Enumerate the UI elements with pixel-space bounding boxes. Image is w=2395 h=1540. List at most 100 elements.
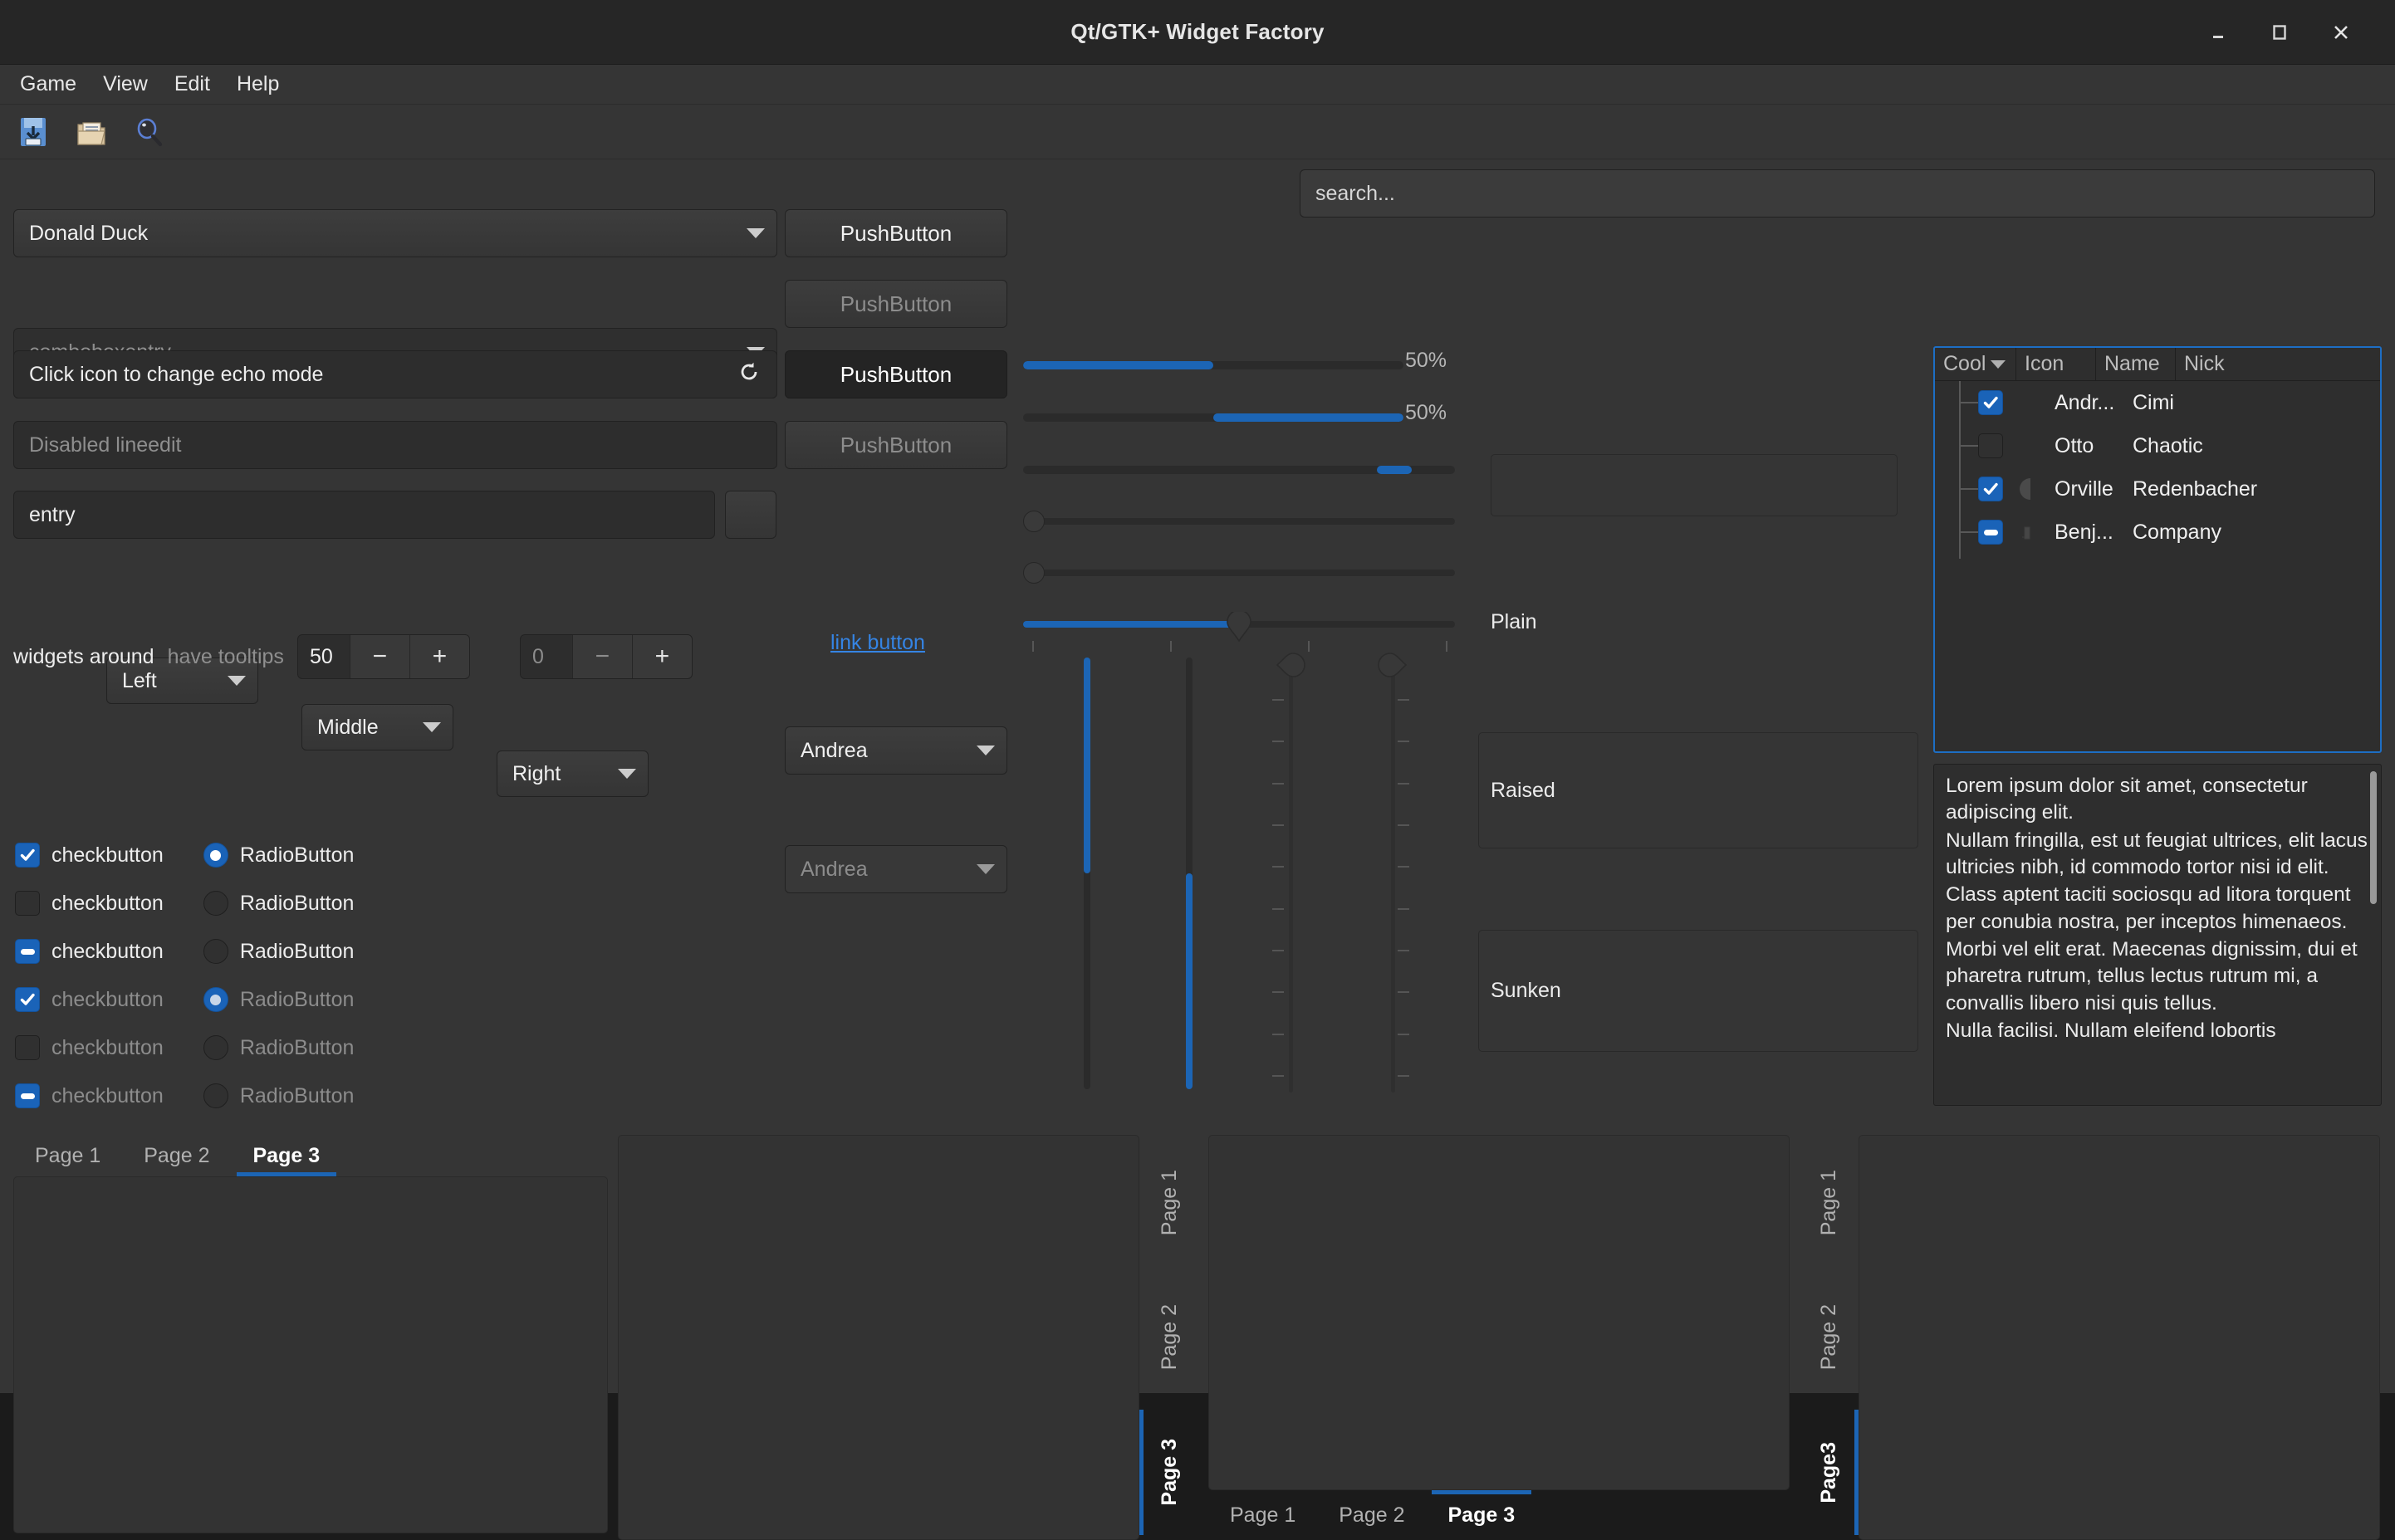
table-row[interactable]: Benj... Company (1935, 511, 2380, 554)
link-button[interactable]: link button (830, 631, 925, 655)
scale-v-3-knob[interactable] (1276, 653, 1306, 677)
scale-h-1[interactable] (1023, 507, 1455, 535)
table-row[interactable]: Orville Redenbacher (1935, 467, 2380, 511)
scale-h-3-ticks (1032, 641, 1447, 652)
progressbar-3-fill (1377, 466, 1412, 474)
menu-item-game[interactable]: Game (7, 67, 90, 101)
table-row[interactable]: Andr... Cimi (1935, 381, 2380, 424)
checkbutton-1[interactable] (15, 843, 40, 868)
name-combobox[interactable]: Donald Duck (13, 209, 777, 257)
scale-h-3-fill (1023, 621, 1239, 628)
textview-scrollbar[interactable] (2370, 771, 2377, 904)
textview[interactable]: Lorem ipsum dolor sit amet, consectetur … (1933, 764, 2382, 1106)
row-1-checkbox[interactable] (1978, 390, 2003, 415)
tab-page-1[interactable]: Page 1 (13, 1135, 122, 1176)
row-2-checkbox[interactable] (1978, 433, 2003, 458)
scale-v-1[interactable] (1073, 658, 1101, 1089)
app-window: Qt/GTK+ Widget Factory Game View Edit He… (0, 0, 2395, 1393)
scale-h-2 (1023, 559, 1455, 587)
scale-v-4-knob[interactable] (1377, 653, 1407, 677)
treeview[interactable]: Cool Icon Name Nick (1933, 346, 2382, 753)
notebook-bottom-tabs: Page 1 Page 2 Page 3 (1208, 1135, 1790, 1540)
menu-item-help[interactable]: Help (223, 67, 292, 101)
tab-page-3[interactable]: Page 3 (232, 1135, 342, 1176)
spin1-minus-button[interactable]: − (350, 635, 409, 678)
entry-input[interactable]: entry (13, 491, 715, 539)
tab-page-3-label: Page3 (1817, 1442, 1841, 1503)
align-combo-right[interactable]: Right (497, 750, 649, 797)
tab-page-1[interactable]: Page 1 (1139, 1135, 1199, 1270)
sunken-frame: Sunken (1478, 930, 1918, 1052)
column-header-icon[interactable]: Icon (2016, 348, 2096, 380)
tick-mark (1272, 741, 1284, 742)
align-combo-middle[interactable]: Middle (301, 704, 453, 750)
radiobutton-1[interactable] (203, 843, 228, 868)
tab-page-2[interactable]: Page 2 (1799, 1270, 1859, 1406)
tab-page-3-label: Page 3 (253, 1144, 321, 1168)
menu-item-view[interactable]: View (90, 67, 161, 101)
menu-item-edit[interactable]: Edit (161, 67, 223, 101)
spin1-value[interactable]: 50 (298, 635, 350, 678)
checkbutton-2[interactable] (15, 891, 40, 916)
echo-mode-entry[interactable]: Click icon to change echo mode (13, 350, 777, 398)
treeview-body: Andr... Cimi Otto Chaotic (1935, 381, 2380, 751)
pushbutton-3[interactable]: PushButton (785, 350, 1007, 398)
tick-mark (1398, 741, 1409, 742)
column-header-nick[interactable]: Nick (2176, 348, 2380, 380)
half-disc-icon (2003, 477, 2055, 501)
tab-page-2-label: Page 2 (1339, 1503, 1404, 1528)
notebook-right-tabs: Page 1 Page 2 Page 3 (618, 1135, 1199, 1540)
radio-dot (210, 850, 221, 861)
scale-h-3[interactable] (1023, 610, 1455, 638)
spin1-plus-button[interactable]: + (409, 635, 469, 678)
align-combo-right-label: Right (512, 762, 561, 786)
check-radio-row: checkbutton RadioButton (15, 890, 354, 917)
radiobutton-2[interactable] (203, 891, 228, 916)
search-input[interactable]: search... (1300, 169, 2375, 218)
column-header-name[interactable]: Name (2096, 348, 2176, 380)
search-magnifier-icon[interactable] (126, 110, 173, 154)
table-row[interactable]: Otto Chaotic (1935, 424, 2380, 467)
scale-v-2-fill (1186, 873, 1193, 1089)
checkbutton-6-label: checkbutton (51, 1084, 164, 1108)
row-2-nick: Chaotic (2133, 434, 2380, 458)
column-header-cool[interactable]: Cool (1935, 348, 2016, 380)
raised-frame: Raised (1478, 732, 1918, 848)
maximize-icon[interactable] (2265, 18, 2294, 46)
small-icon (2003, 521, 2055, 544)
row-3-checkbox[interactable] (1978, 477, 2003, 501)
scale-h-1-knob[interactable] (1023, 511, 1045, 532)
checkbutton-6 (15, 1083, 40, 1108)
progressbar-2 (1023, 413, 1403, 422)
pushbutton-1[interactable]: PushButton (785, 209, 1007, 257)
close-icon[interactable] (2327, 18, 2355, 46)
font-combobox-enabled[interactable]: Andrea (785, 726, 1007, 775)
scale-h-3-knob[interactable] (1227, 612, 1251, 642)
radiobutton-3[interactable] (203, 939, 228, 964)
tab-page-3[interactable]: Page 3 (1139, 1405, 1199, 1540)
tab-page-2[interactable]: Page 2 (1139, 1270, 1199, 1406)
tab-page-1[interactable]: Page 1 (1799, 1135, 1859, 1270)
checkbutton-3[interactable] (15, 939, 40, 964)
column-header-icon-label: Icon (2025, 352, 2064, 376)
row-4-checkbox[interactable] (1978, 520, 2003, 545)
active-tab-indicator (1854, 1410, 1859, 1535)
tab-page-2[interactable]: Page 2 (1317, 1490, 1426, 1540)
entry-side-button[interactable] (725, 491, 776, 539)
minimize-icon[interactable] (2204, 18, 2232, 46)
save-icon[interactable] (10, 110, 56, 154)
tab-page-3[interactable]: Page3 (1799, 1405, 1859, 1540)
tab-page-3[interactable]: Page 3 (1427, 1490, 1537, 1540)
tab-page-2[interactable]: Page 2 (122, 1135, 231, 1176)
scale-v-2[interactable] (1175, 658, 1203, 1089)
active-tab-indicator (1139, 1410, 1144, 1535)
tab-page-2-label: Page 2 (1817, 1304, 1841, 1370)
tooltip-spinbutton-1[interactable]: 50 − + (297, 634, 470, 679)
textview-paragraph: Lorem ipsum dolor sit amet, consectetur … (1946, 773, 2369, 827)
tick-mark (1272, 866, 1284, 868)
tab-page-1[interactable]: Page 1 (1208, 1490, 1317, 1540)
refresh-icon[interactable] (737, 359, 762, 390)
scale-v-3-trough (1289, 671, 1293, 1093)
open-folder-icon[interactable] (68, 110, 115, 154)
pushbutton-2: PushButton (785, 280, 1007, 328)
